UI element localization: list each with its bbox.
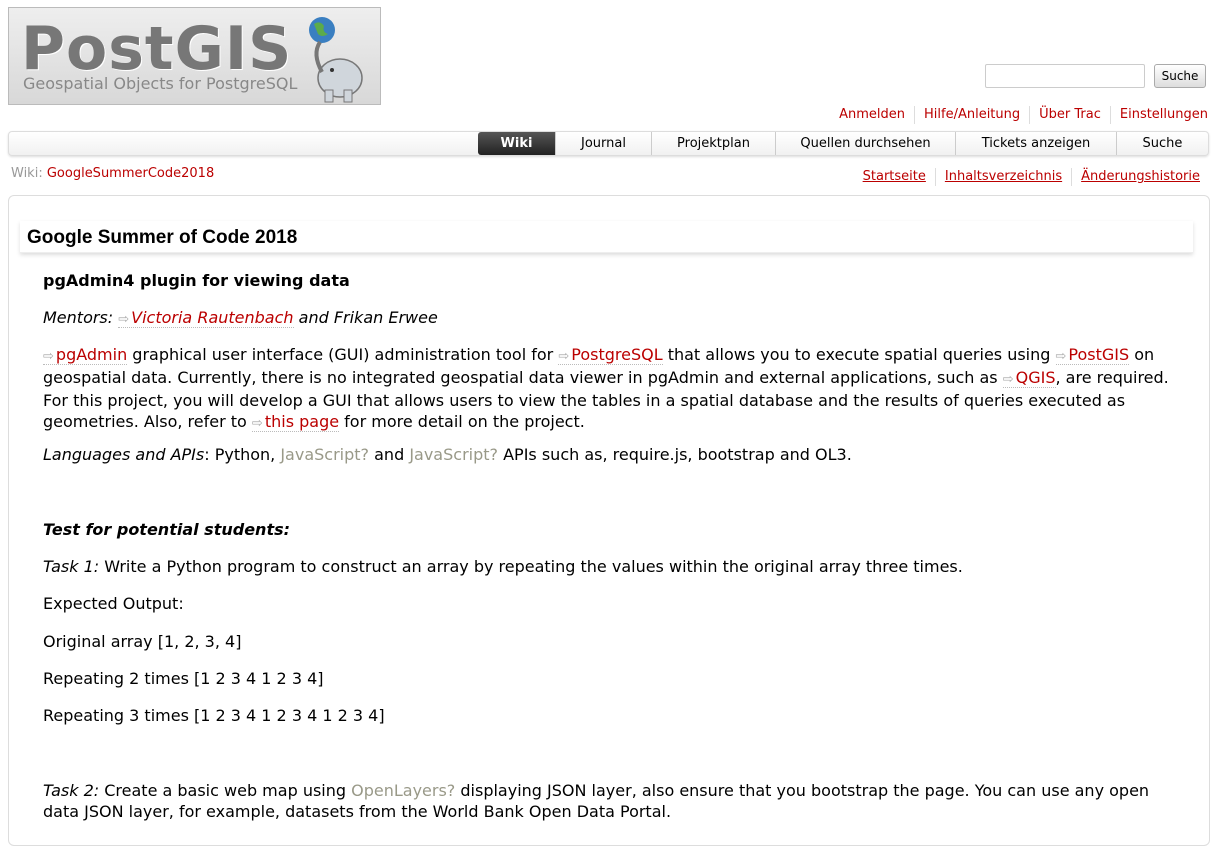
context-nav: Startseite Inhaltsverzeichnis Änderungsh…	[854, 168, 1200, 186]
elephant-globe-icon	[309, 17, 363, 103]
mentors-paragraph: Mentors: ⇨ Victoria Rautenbach and Frikan…	[43, 307, 1188, 330]
languages-label: Languages and APIs	[43, 445, 205, 464]
qgis-link[interactable]: ⇨ QGIS	[1002, 368, 1056, 388]
original-array: Original array [1, 2, 3, 4]	[43, 632, 242, 651]
login-link[interactable]: Anmelden	[830, 106, 914, 124]
help-link[interactable]: Hilfe/Anleitung	[914, 106, 1029, 124]
section-heading: pgAdmin4 plugin for viewing data	[43, 271, 350, 290]
search-button[interactable]: Suche	[1154, 64, 1206, 88]
external-link-icon: ⇨	[251, 416, 263, 431]
meta-nav: Anmelden Hilfe/Anleitung Über Trac Einst…	[830, 106, 1208, 124]
openlayers-missing-link[interactable]: OpenLayers?	[351, 781, 455, 800]
mentors-label: Mentors:	[43, 308, 114, 327]
task2-paragraph: Task 2: Create a basic web map using Ope…	[43, 781, 1150, 821]
index-link[interactable]: Inhaltsverzeichnis	[934, 168, 1071, 186]
mentors-rest: and Frikan Erwee	[298, 308, 438, 327]
tab-projektplan[interactable]: Projektplan	[651, 132, 775, 155]
tab-journal[interactable]: Journal	[555, 132, 651, 155]
pgadmin-link[interactable]: ⇨ pgAdmin	[43, 345, 128, 365]
breadcrumb: Wiki: GoogleSummerCode2018	[11, 166, 214, 181]
tab-quellen[interactable]: Quellen durchsehen	[775, 132, 955, 155]
main-nav: Wiki Journal Projektplan Quellen durchse…	[478, 132, 1208, 155]
languages-paragraph: Languages and APIs: Python, JavaScript? …	[43, 445, 852, 464]
external-link-icon: ⇨	[118, 312, 130, 327]
external-link-icon: ⇨	[1055, 349, 1067, 364]
start-page-link[interactable]: Startseite	[854, 168, 935, 186]
about-trac-link[interactable]: Über Trac	[1029, 106, 1110, 124]
repeat-two: Repeating 2 times [1 2 3 4 1 2 3 4]	[43, 669, 324, 688]
logo-subtitle: Geospatial Objects for PostgreSQL	[23, 74, 298, 93]
repeat-three: Repeating 3 times [1 2 3 4 1 2 3 4 1 2 3…	[43, 706, 385, 725]
external-link-icon: ⇨	[558, 349, 570, 364]
breadcrumb-page-link[interactable]: GoogleSummerCode2018	[47, 166, 214, 181]
postgresql-link[interactable]: ⇨ PostgreSQL	[558, 345, 663, 365]
expected-output: Expected Output:	[43, 594, 184, 613]
preferences-link[interactable]: Einstellungen	[1109, 106, 1208, 124]
javascript-missing-link-2[interactable]: JavaScript?	[409, 445, 498, 464]
page-title: Google Summer of Code 2018	[20, 221, 1193, 253]
description-paragraph: ⇨ pgAdmin graphical user interface (GUI) …	[43, 345, 1169, 432]
tab-suche[interactable]: Suche	[1116, 132, 1208, 155]
test-heading: Test for potential students:	[43, 520, 291, 539]
external-link-icon: ⇨	[1002, 372, 1014, 387]
this-page-link[interactable]: ⇨ this page	[251, 412, 340, 432]
breadcrumb-prefix: Wiki:	[11, 166, 43, 181]
external-link-icon: ⇨	[43, 349, 54, 364]
mentor-link[interactable]: ⇨ Victoria Rautenbach	[118, 308, 294, 328]
tab-wiki[interactable]: Wiki	[478, 132, 555, 155]
task1-label: Task 1:	[43, 557, 100, 576]
task1-paragraph: Task 1: Write a Python program to constr…	[43, 557, 963, 576]
postgis-link[interactable]: ⇨ PostGIS	[1055, 345, 1130, 365]
search-input[interactable]	[985, 64, 1145, 88]
history-link[interactable]: Änderungshistorie	[1071, 168, 1200, 186]
postgis-logo[interactable]: PostGIS Geospatial Objects for PostgreSQ…	[8, 7, 381, 105]
task2-label: Task 2:	[43, 781, 100, 800]
tab-tickets[interactable]: Tickets anzeigen	[955, 132, 1116, 155]
javascript-missing-link-1[interactable]: JavaScript?	[280, 445, 369, 464]
